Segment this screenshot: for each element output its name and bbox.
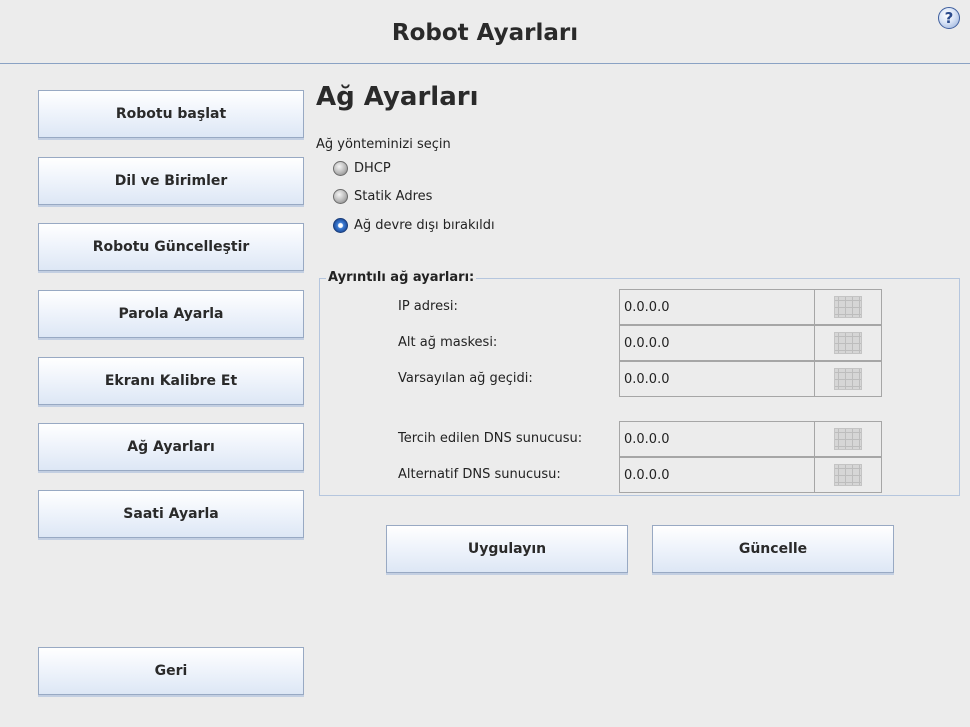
title-bar: Robot Ayarları [0, 0, 970, 64]
detailed-settings-title: Ayrıntılı ağ ayarları: [326, 270, 477, 285]
radio-static-label: Statik Adres [354, 188, 433, 204]
method-prompt: Ağ yönteminizi seçin [316, 137, 451, 152]
alternate-dns-keyboard-button[interactable] [814, 457, 882, 493]
language-units-button[interactable]: Dil ve Birimler [38, 157, 304, 205]
subnet-mask-label: Alt ağ maskesi: [398, 335, 498, 350]
help-icon[interactable]: ? [938, 7, 960, 29]
preferred-dns-input[interactable] [619, 421, 815, 457]
radio-static-indicator[interactable] [333, 188, 348, 204]
subnet-mask-input[interactable] [619, 325, 815, 361]
set-password-button[interactable]: Parola Ayarla [38, 290, 304, 338]
radio-static-address[interactable]: Statik Adres [333, 187, 432, 205]
keyboard-icon [834, 332, 862, 354]
apply-button[interactable]: Uygulayın [386, 525, 628, 573]
keyboard-icon [834, 368, 862, 390]
radio-dhcp-indicator[interactable] [333, 160, 348, 176]
refresh-button[interactable]: Güncelle [652, 525, 894, 573]
alternate-dns-label: Alternatif DNS sunucusu: [398, 467, 561, 482]
preferred-dns-keyboard-button[interactable] [814, 421, 882, 457]
keyboard-icon [834, 428, 862, 450]
update-robot-button[interactable]: Robotu Güncelleştir [38, 223, 304, 271]
ip-address-keyboard-button[interactable] [814, 289, 882, 325]
subnet-mask-keyboard-button[interactable] [814, 325, 882, 361]
back-button[interactable]: Geri [38, 647, 304, 695]
preferred-dns-label: Tercih edilen DNS sunucusu: [398, 431, 583, 446]
alternate-dns-input[interactable] [619, 457, 815, 493]
radio-network-disabled[interactable]: Ağ devre dışı bırakıldı [333, 216, 495, 234]
set-time-button[interactable]: Saati Ayarla [38, 490, 304, 538]
network-settings-button[interactable]: Ağ Ayarları [38, 423, 304, 471]
page-title: Ağ Ayarları [316, 82, 479, 112]
start-robot-button[interactable]: Robotu başlat [38, 90, 304, 138]
default-gateway-label: Varsayılan ağ geçidi: [398, 371, 533, 386]
radio-disabled-label: Ağ devre dışı bırakıldı [354, 217, 495, 233]
ip-address-input[interactable] [619, 289, 815, 325]
keyboard-icon [834, 296, 862, 318]
default-gateway-input[interactable] [619, 361, 815, 397]
radio-disabled-indicator[interactable] [333, 217, 348, 233]
radio-dhcp-label: DHCP [354, 160, 391, 176]
radio-dhcp[interactable]: DHCP [333, 159, 391, 177]
default-gateway-keyboard-button[interactable] [814, 361, 882, 397]
ip-address-label: IP adresi: [398, 299, 458, 314]
calibrate-screen-button[interactable]: Ekranı Kalibre Et [38, 357, 304, 405]
window-title: Robot Ayarları [391, 20, 579, 46]
keyboard-icon [834, 464, 862, 486]
